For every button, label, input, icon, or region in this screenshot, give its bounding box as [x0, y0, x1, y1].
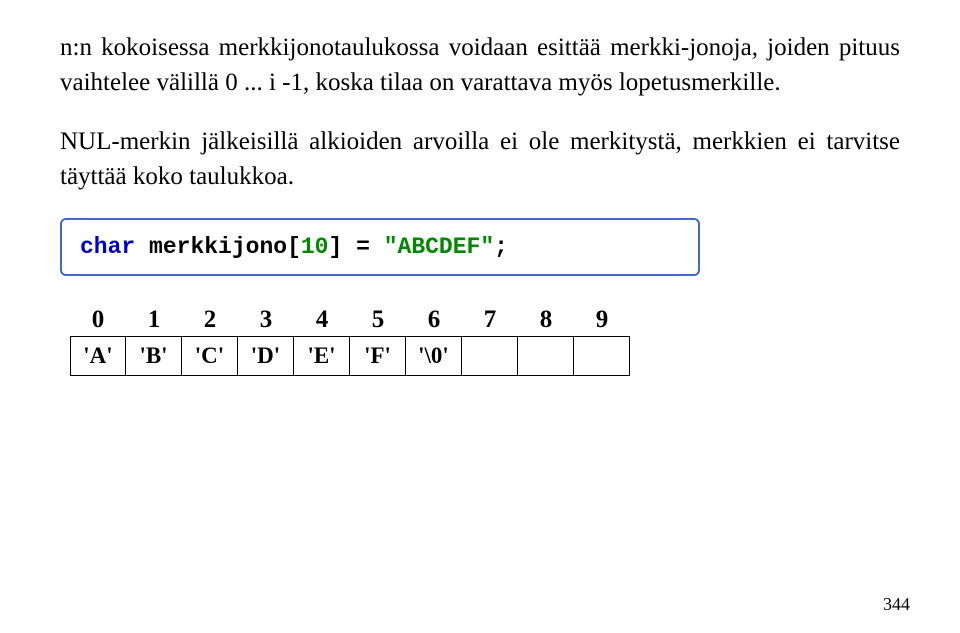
- code-box: char merkkijono[10] = "ABCDEF";: [60, 218, 700, 276]
- index-cell: 2: [182, 306, 238, 334]
- array-cell: 'B': [126, 336, 182, 376]
- para1-text-b: koska tilaa on varattava myös lopetusmer…: [315, 69, 780, 96]
- paragraph-2: NUL-merkin jälkeisillä alkioiden arvoill…: [60, 124, 900, 194]
- index-cell: 9: [574, 306, 630, 334]
- array-cell: 'A': [70, 336, 126, 376]
- array-cell: 'E': [294, 336, 350, 376]
- index-cell: 1: [126, 306, 182, 334]
- array-cell: [518, 336, 574, 376]
- index-cell: 7: [462, 306, 518, 334]
- array-cell: [574, 336, 630, 376]
- code-line: char merkkijono[10] = "ABCDEF";: [80, 234, 680, 260]
- paragraph-1: n:n kokoisessa merkkijonotaulukossa void…: [60, 30, 900, 100]
- array-cell: [462, 336, 518, 376]
- array-table: 'A' 'B' 'C' 'D' 'E' 'F' '\0': [70, 336, 900, 376]
- index-cell: 3: [238, 306, 294, 334]
- index-row: 0 1 2 3 4 5 6 7 8 9: [70, 306, 900, 334]
- code-value: "ABCDEF": [384, 234, 494, 260]
- code-semicolon: ;: [494, 234, 508, 260]
- code-varname: merkkijono: [149, 234, 287, 260]
- array-cell: 'F': [350, 336, 406, 376]
- code-dim: 10: [301, 234, 329, 260]
- code-assign: =: [342, 234, 383, 260]
- array-cell: 'C': [182, 336, 238, 376]
- code-bracket-close: ]: [328, 234, 342, 260]
- array-cell: '\0': [406, 336, 462, 376]
- code-bracket-open: [: [287, 234, 301, 260]
- index-cell: 5: [350, 306, 406, 334]
- index-cell: 6: [406, 306, 462, 334]
- array-cell: 'D': [238, 336, 294, 376]
- index-cell: 4: [294, 306, 350, 334]
- index-cell: 0: [70, 306, 126, 334]
- code-type: char: [80, 234, 135, 260]
- page-number: 344: [883, 594, 910, 615]
- index-cell: 8: [518, 306, 574, 334]
